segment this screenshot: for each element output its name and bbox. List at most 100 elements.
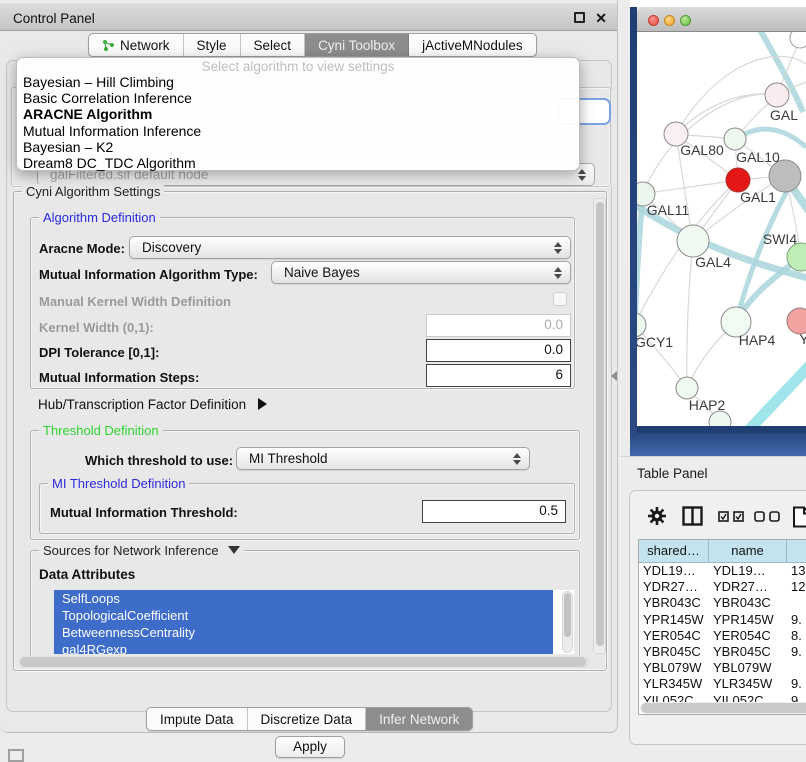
combo-stepper-icon <box>554 266 563 280</box>
node-label: SWI4 <box>763 231 797 247</box>
zoom-traffic-light-icon[interactable] <box>680 15 691 26</box>
tab-select[interactable]: Select <box>241 34 306 56</box>
chevron-down-icon[interactable] <box>228 546 240 554</box>
network-node[interactable] <box>677 225 709 257</box>
popup-prompt: Select algorithm to view settings <box>17 60 579 74</box>
column-header[interactable] <box>787 540 806 562</box>
control-panel: Control Panel ✕ Network Style Select Cyn… <box>0 0 618 733</box>
field-value: 0.5 <box>539 503 558 518</box>
data-attributes-label: Data Attributes <box>39 567 135 582</box>
algorithm-option[interactable]: Bayesian – K2 <box>17 139 579 155</box>
hub-definition-expander[interactable]: Hub/Transcription Factor Definition <box>38 397 267 412</box>
network-edge[interactable] <box>745 129 806 147</box>
mi-type-combobox[interactable]: Naive Bayes <box>271 261 571 284</box>
close-icon[interactable]: ✕ <box>595 10 607 27</box>
table-cell <box>787 595 806 611</box>
network-edge[interactable] <box>687 241 693 388</box>
scrollbar-thumb[interactable] <box>596 202 604 646</box>
chevron-right-icon <box>258 398 267 410</box>
network-node[interactable] <box>765 83 789 107</box>
tab-infer-network[interactable]: Infer Network <box>366 708 472 730</box>
attribute-list-item[interactable]: gal4RGexp <box>54 641 553 654</box>
network-window-titlebar[interactable] <box>637 7 806 32</box>
table-horizontal-scrollbar[interactable] <box>640 702 806 714</box>
mi-threshold-field[interactable]: 0.5 <box>422 500 566 523</box>
group-title: Algorithm Definition <box>39 210 160 225</box>
scrollbar-thumb[interactable] <box>641 703 806 713</box>
network-edge[interactable] <box>643 180 738 194</box>
gear-icon[interactable] <box>647 506 667 526</box>
tab-label: Infer Network <box>379 708 459 731</box>
attribute-list-item[interactable]: SelfLoops <box>54 590 553 607</box>
dpi-tolerance-field[interactable]: 0.0 <box>426 339 571 362</box>
network-node[interactable] <box>676 377 698 399</box>
table-row[interactable]: YBL079WYBL079W <box>639 660 806 676</box>
data-attributes-list[interactable]: SelfLoopsTopologicalCoefficientBetweenne… <box>54 590 574 654</box>
tab-discretize-data[interactable]: Discretize Data <box>248 708 367 730</box>
scrollbar-thumb[interactable] <box>20 657 586 667</box>
network-area-top-strip <box>630 0 806 7</box>
settings-horizontal-scrollbar[interactable] <box>18 656 590 668</box>
attribute-list-item[interactable]: BetweennessCentrality <box>54 624 553 641</box>
scrollbar-thumb[interactable] <box>564 593 571 637</box>
table-row[interactable]: YBR043CYBR043C <box>639 595 806 611</box>
column-header[interactable]: shared… <box>639 540 709 562</box>
manual-kernel-checkbox[interactable] <box>553 292 567 306</box>
dock-window-icon[interactable] <box>8 749 24 762</box>
node-table-body: YDL19…YDL19…13YDR27…YDR27…12YBR043CYBR04… <box>639 563 806 709</box>
tab-label: Select <box>254 34 292 57</box>
table-cell: YDR27… <box>709 579 787 595</box>
mi-steps-field[interactable]: 6 <box>426 364 571 387</box>
algorithm-option[interactable]: Mutual Information Inference <box>17 123 579 139</box>
tab-impute-data[interactable]: Impute Data <box>147 708 248 730</box>
tab-label: jActiveMNodules <box>422 34 523 57</box>
unchecked-columns-icon[interactable] <box>754 511 782 522</box>
table-row[interactable]: YLR345WYLR345W9. <box>639 676 806 692</box>
table-cell: 9. <box>787 612 806 628</box>
network-node[interactable] <box>724 128 746 150</box>
attribute-list-item[interactable]: TopologicalCoefficient <box>54 607 553 624</box>
algorithm-option[interactable]: Basic Correlation Inference <box>17 90 579 106</box>
expander-label: Hub/Transcription Factor Definition <box>38 397 246 412</box>
combo-stepper-icon <box>578 168 587 182</box>
node-attribute-table[interactable]: shared… name YDL19…YDL19…13YDR27…YDR27…1… <box>638 539 806 715</box>
table-row[interactable]: YBR045CYBR045C9. <box>639 644 806 660</box>
network-edge[interactable] <box>749 362 806 426</box>
attributes-scrollbar[interactable] <box>562 591 573 653</box>
table-cell: YBR045C <box>639 644 709 660</box>
apply-button[interactable]: Apply <box>275 736 345 758</box>
table-cell: YLR345W <box>709 676 787 692</box>
checked-columns-icon[interactable] <box>718 511 746 522</box>
tab-jactivemnodules[interactable]: jActiveMNodules <box>409 34 536 56</box>
table-cell: YBR043C <box>709 595 787 611</box>
close-traffic-light-icon[interactable] <box>648 15 659 26</box>
tab-cyni-toolbox[interactable]: Cyni Toolbox <box>305 34 409 56</box>
threshold-definition-group: Threshold Definition Which threshold to … <box>30 430 580 540</box>
network-node[interactable] <box>790 32 806 48</box>
combo-value: Naive Bayes <box>284 265 360 280</box>
algorithm-option[interactable]: ARACNE Algorithm <box>17 106 579 122</box>
table-row[interactable]: YER054CYER054C8. <box>639 628 806 644</box>
aracne-mode-combobox[interactable]: Discovery <box>129 236 571 259</box>
splitpane-collapse-arrow[interactable] <box>611 371 617 381</box>
network-graph[interactable]: GALGAL80GAL10GAL1GAL11GAL4SWI4GCY1HAP4YH… <box>637 32 806 426</box>
network-view-canvas[interactable]: GALGAL80GAL10GAL1GAL11GAL4SWI4GCY1HAP4YH… <box>637 32 806 426</box>
table-row[interactable]: YDL19…YDL19…13 <box>639 563 806 579</box>
table-cell: YLR345W <box>639 676 709 692</box>
tab-network[interactable]: Network <box>89 34 184 56</box>
columns-icon[interactable] <box>682 506 703 526</box>
settings-vertical-scrollbar[interactable] <box>593 198 606 654</box>
table-row[interactable]: YDR27…YDR27…12 <box>639 579 806 595</box>
table-row[interactable]: YPR145WYPR145W9. <box>639 612 806 628</box>
float-window-icon[interactable] <box>574 12 585 23</box>
algorithm-option[interactable]: Dream8 DC_TDC Algorithm <box>17 155 579 171</box>
minimize-traffic-light-icon[interactable] <box>664 15 675 26</box>
table-cell: YER054C <box>709 628 787 644</box>
kernel-width-field[interactable]: 0.0 <box>426 314 571 337</box>
button-label: Apply <box>293 739 327 754</box>
which-threshold-combobox[interactable]: MI Threshold <box>236 447 530 470</box>
document-icon[interactable] <box>792 506 806 528</box>
column-header[interactable]: name <box>709 540 787 562</box>
tab-style[interactable]: Style <box>184 34 241 56</box>
algorithm-option[interactable]: Bayesian – Hill Climbing <box>17 74 579 90</box>
